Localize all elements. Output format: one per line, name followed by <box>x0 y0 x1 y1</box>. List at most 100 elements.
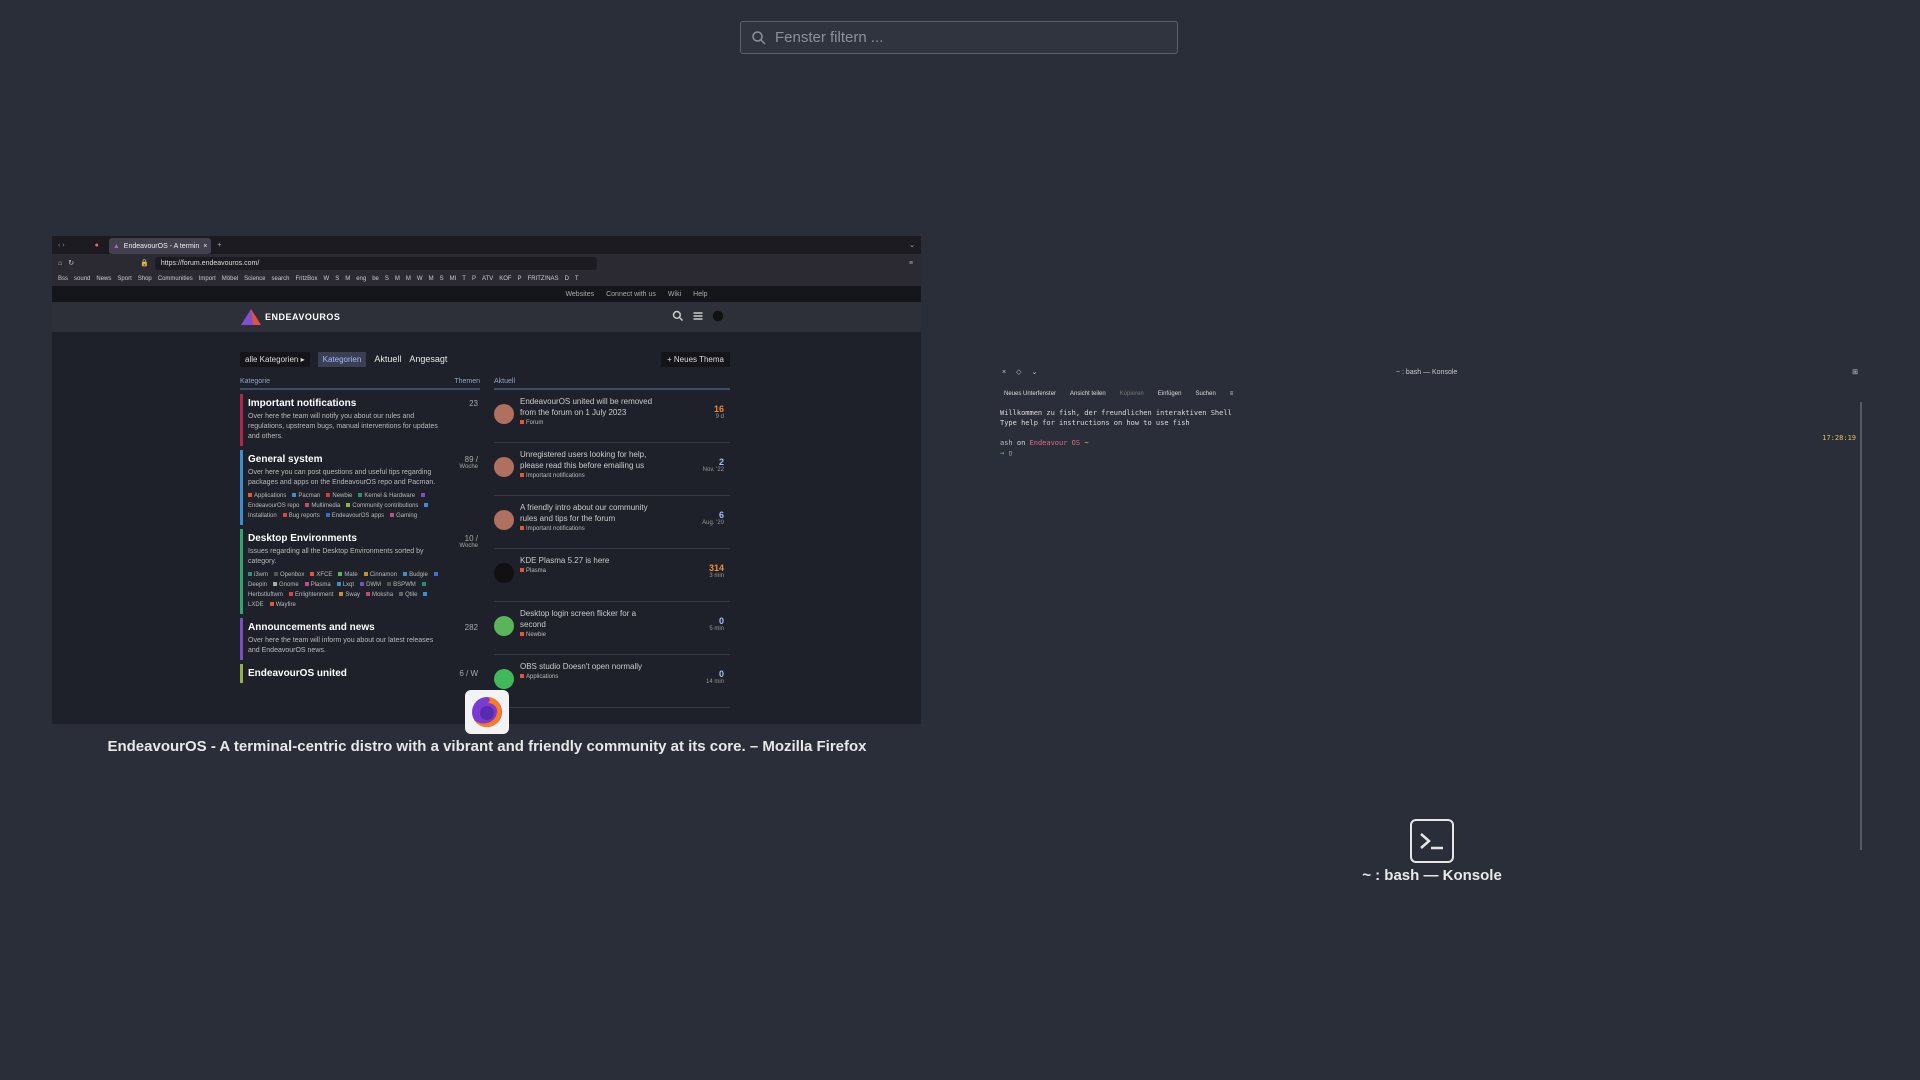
topic-category[interactable]: Forum <box>526 420 543 426</box>
hamburger-menu-icon[interactable]: ≡ <box>1230 391 1234 397</box>
topic-title[interactable]: OBS studio Doesn't open normally <box>520 661 660 672</box>
topic-row[interactable]: Unregistered users looking for help, ple… <box>494 443 730 496</box>
subcategory-item[interactable]: Bug reports <box>282 513 320 519</box>
category-item[interactable]: General system Over here you can post que… <box>240 450 480 525</box>
topic-category[interactable]: Important notifications <box>526 526 585 532</box>
bookmark-item[interactable]: KOF <box>499 276 511 282</box>
category-item[interactable]: Important notifications Over here the tea… <box>240 394 480 446</box>
topic-row[interactable]: EndeavourOS united will be removed from … <box>494 390 730 443</box>
konsole-toolbar-1[interactable]: Ansicht teilen <box>1070 391 1106 397</box>
bookmark-item[interactable]: Science <box>244 276 265 282</box>
reload-icon[interactable]: ↻ <box>68 259 74 267</box>
avatar[interactable] <box>494 404 514 424</box>
bookmark-item[interactable]: sound <box>74 276 90 282</box>
endeavouros-logo[interactable]: ENDEAVOUROS <box>240 308 340 326</box>
subcategory-item[interactable]: Moksha <box>366 592 393 598</box>
avatar[interactable] <box>494 616 514 636</box>
firefox-window-caption[interactable]: EndeavourOS - A terminal-centric distro … <box>0 738 974 755</box>
bookmark-item[interactable]: T <box>575 276 579 282</box>
chevron-down-icon[interactable]: ⌄ <box>1031 368 1037 376</box>
avatar[interactable] <box>494 669 514 689</box>
avatar[interactable] <box>494 563 514 583</box>
bookmark-item[interactable]: Möbel <box>222 276 238 282</box>
bookmark-item[interactable]: ATV <box>482 276 493 282</box>
topic-category[interactable]: Applications <box>526 674 558 680</box>
topic-row[interactable]: A friendly intro about our community rul… <box>494 496 730 549</box>
topic-row[interactable]: OBS studio Doesn't open normally Applicat… <box>494 655 730 708</box>
konsole-window-thumbnail[interactable]: × ◇ ⌄ ~ : bash — Konsole ⊞ Neues Unterfe… <box>996 362 1866 850</box>
avatar[interactable] <box>494 510 514 530</box>
bookmark-item[interactable]: S <box>385 276 389 282</box>
bookmark-item[interactable]: S <box>335 276 339 282</box>
subcategory-item[interactable]: Mate <box>338 572 358 578</box>
subcategory-item[interactable]: Enlightenment <box>289 592 333 598</box>
subcategory-item[interactable]: Openbox <box>274 572 304 578</box>
topic-title[interactable]: EndeavourOS united will be removed from … <box>520 396 660 418</box>
bookmark-item[interactable]: FritzBox <box>296 276 318 282</box>
subcategory-item[interactable]: Plasma <box>304 582 331 588</box>
subcategory-item[interactable]: Kernel & Hardware <box>358 493 415 499</box>
bookmark-item[interactable]: M <box>345 276 350 282</box>
url-bar[interactable]: https://forum.endeavouros.com/ <box>154 256 597 270</box>
topic-row[interactable]: KDE Plasma 5.27 is here Plasma 314 3 min <box>494 549 730 602</box>
new-tab-icon[interactable]: + <box>217 242 221 249</box>
topic-title[interactable]: Unregistered users looking for help, ple… <box>520 449 660 471</box>
bookmark-item[interactable]: M <box>395 276 400 282</box>
topic-title[interactable]: A friendly intro about our community rul… <box>520 502 660 524</box>
bookmark-item[interactable]: Import <box>199 276 216 282</box>
bookmark-item[interactable]: P <box>472 276 476 282</box>
new-topic-button[interactable]: + Neues Thema <box>660 351 730 367</box>
browser-tab-active[interactable]: ▲ EndeavourOS - A termin × <box>108 238 212 254</box>
home-icon[interactable]: ⌂ <box>58 260 62 267</box>
subcategory-item[interactable]: Lxqt <box>336 582 354 588</box>
firefox-tab-icon[interactable]: ● <box>95 242 99 249</box>
konsole-window-caption[interactable]: ~ : bash — Konsole <box>1300 867 1564 884</box>
terminal-output[interactable]: Willkommen zu fish, der freundlichen int… <box>996 408 1866 458</box>
category-item[interactable]: Desktop Environments Issues regarding all… <box>240 529 480 614</box>
konsole-toolbar-3[interactable]: Einfügen <box>1158 391 1182 397</box>
subcategory-item[interactable]: Qtile <box>399 592 417 598</box>
subcategory-item[interactable]: DWM <box>360 582 381 588</box>
bookmark-item[interactable]: search <box>271 276 289 282</box>
site-nav-help[interactable]: Help <box>693 291 707 298</box>
category-title[interactable]: Announcements and news <box>248 622 480 633</box>
bookmark-item[interactable]: Shop <box>138 276 152 282</box>
subcategory-item[interactable]: Sway <box>339 592 360 598</box>
subcategory-item[interactable]: Applications <box>248 493 286 499</box>
category-item[interactable]: Announcements and news Over here the team… <box>240 618 480 660</box>
category-title[interactable]: Desktop Environments <box>248 533 480 544</box>
subcategory-item[interactable]: Cinnamon <box>363 572 397 578</box>
site-nav-websites[interactable]: Websites <box>565 291 594 298</box>
subcategory-item[interactable]: Newbie <box>326 493 352 499</box>
firefox-window-thumbnail[interactable]: ‹ › ● ▲ EndeavourOS - A termin × + ⌄ ⌂ ↻… <box>52 236 921 724</box>
back-icon[interactable]: ‹ › <box>58 242 65 249</box>
bookmark-item[interactable]: P <box>518 276 522 282</box>
bookmark-item[interactable]: D <box>565 276 569 282</box>
search-icon[interactable] <box>672 310 684 322</box>
tab-latest[interactable]: Aktuell <box>374 354 401 364</box>
subcategory-item[interactable]: Wayfire <box>269 602 296 608</box>
window-filter-field[interactable] <box>740 21 1178 54</box>
bookmark-item[interactable]: MI <box>450 276 457 282</box>
bookmark-item[interactable]: Communities <box>158 276 193 282</box>
all-categories-dropdown[interactable]: alle Kategorien ▸ <box>240 351 310 367</box>
bookmark-item[interactable]: FRITZ!NAS <box>528 276 559 282</box>
subcategory-item[interactable]: Multimedia <box>305 503 340 509</box>
category-title[interactable]: EndeavourOS united <box>248 668 480 679</box>
konsole-toolbar-4[interactable]: Suchen <box>1195 391 1215 397</box>
topic-title[interactable]: KDE Plasma 5.27 is here <box>520 555 660 566</box>
bookmark-item[interactable]: W <box>417 276 423 282</box>
bookmark-item[interactable]: eng <box>356 276 366 282</box>
site-nav-wiki[interactable]: Wiki <box>668 291 681 298</box>
konsole-toolbar-2[interactable]: Kopieren <box>1120 391 1144 397</box>
tab-hot[interactable]: Angesagt <box>409 354 447 364</box>
subcategory-item[interactable]: BSPWM <box>387 582 416 588</box>
bookmark-item[interactable]: W <box>324 276 330 282</box>
konsole-toolbar-0[interactable]: Neues Unterfenster <box>1004 391 1056 397</box>
topic-category[interactable]: Important notifications <box>526 473 585 479</box>
category-item[interactable]: EndeavourOS united 6 / W <box>240 664 480 683</box>
close-icon[interactable]: × <box>1002 369 1006 376</box>
subcategory-item[interactable]: Community contributions <box>346 503 418 509</box>
subcategory-item[interactable]: Budgie <box>403 572 428 578</box>
bookmark-item[interactable]: S <box>440 276 444 282</box>
